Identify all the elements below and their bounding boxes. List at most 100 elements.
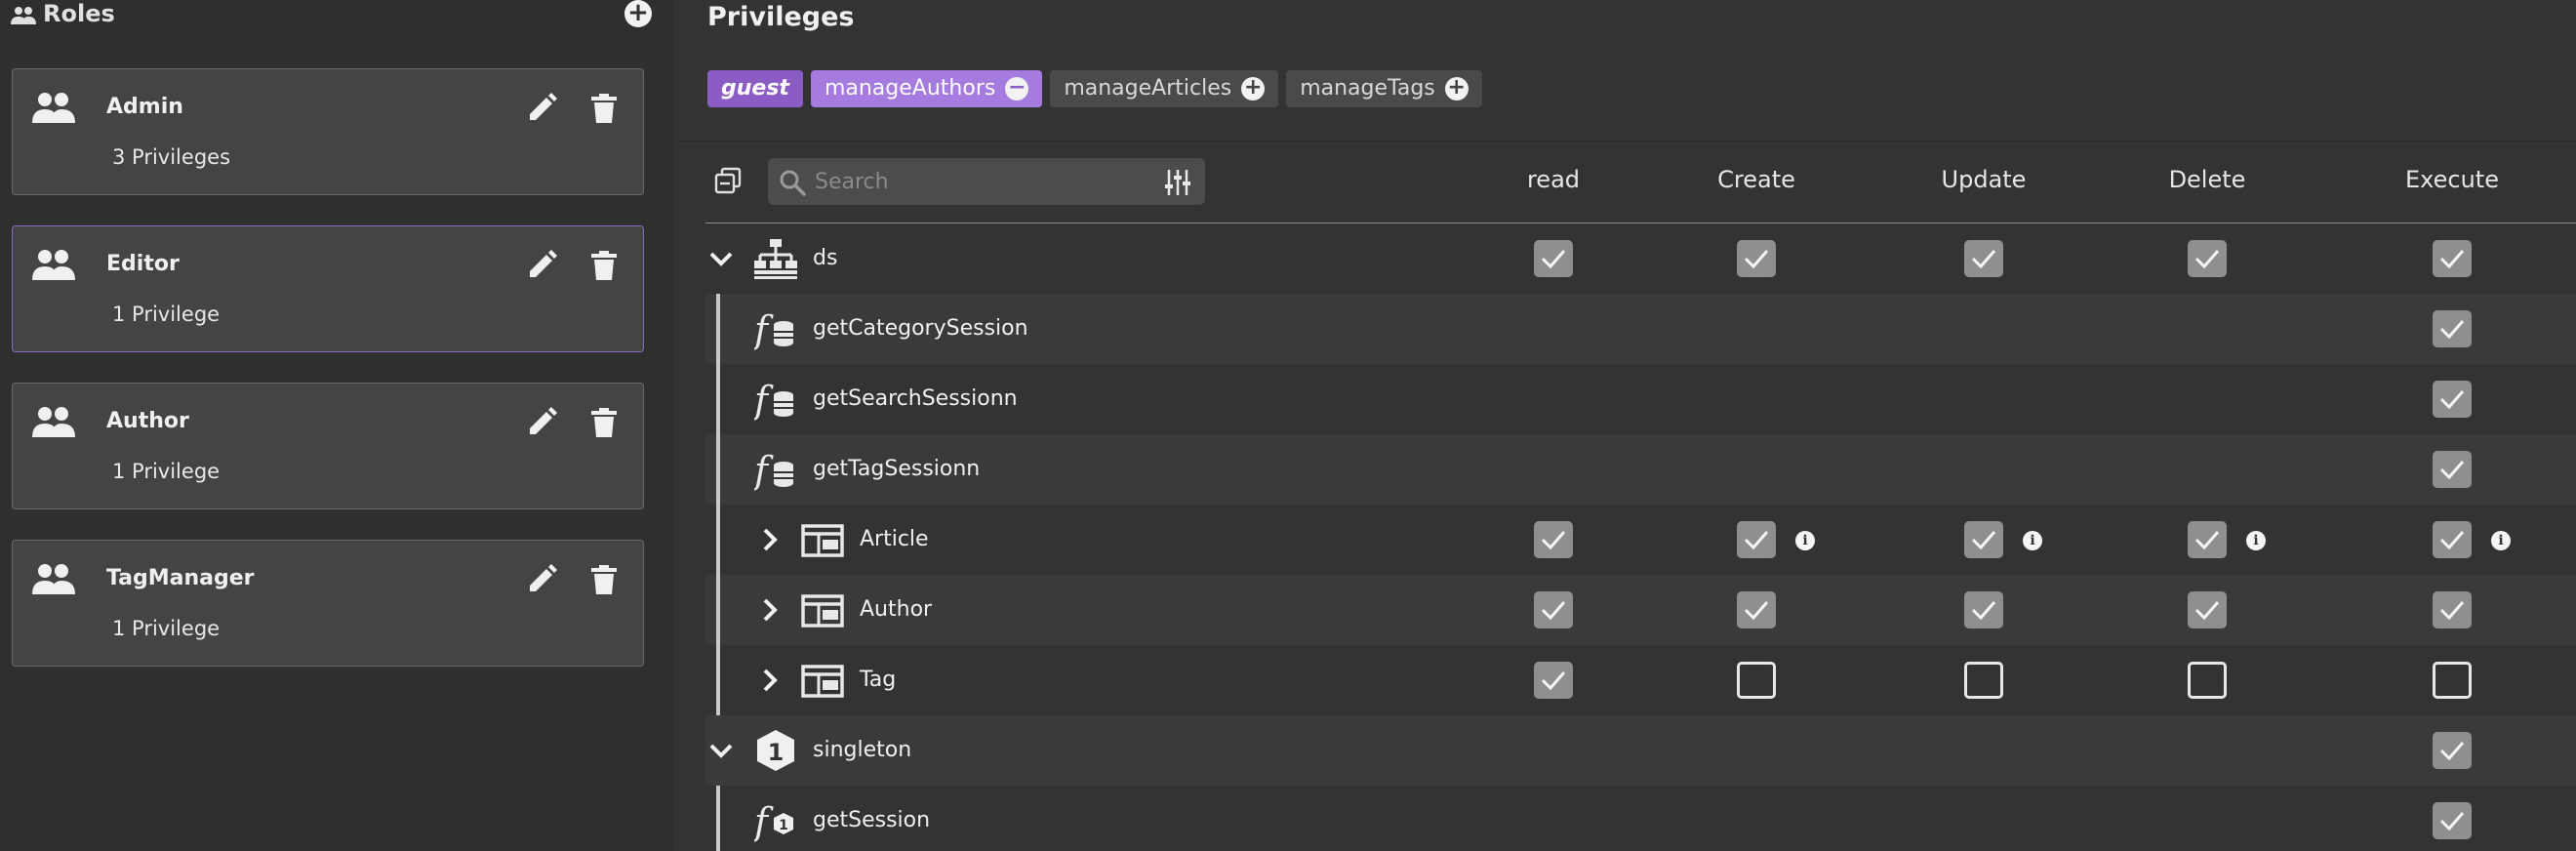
row-label: Article: [860, 527, 929, 551]
execute-checkbox[interactable]: [2433, 521, 2472, 558]
tree-row[interactable]: f 1 getSession: [705, 786, 2576, 851]
tree-row[interactable]: Article i i i i: [705, 505, 2576, 575]
tree-row[interactable]: f getCategorySession: [705, 294, 2576, 364]
table-toolbar: read Create Update Delete Execute: [705, 156, 2576, 217]
execute-checkbox[interactable]: [2433, 802, 2472, 839]
chevron-down-icon[interactable]: [707, 737, 735, 764]
role-privilege-count: 1 Privilege: [112, 460, 221, 483]
info-icon[interactable]: i: [1795, 531, 1815, 550]
row-label: ds: [813, 246, 838, 270]
delete-icon[interactable]: [588, 250, 620, 281]
divider: [676, 141, 2576, 142]
create-checkbox[interactable]: [1737, 240, 1776, 277]
remove-privilege-icon[interactable]: −: [1005, 77, 1029, 101]
execute-checkbox[interactable]: [2433, 451, 2472, 488]
read-checkbox[interactable]: [1534, 240, 1573, 277]
update-checkbox[interactable]: [1964, 240, 2003, 277]
row-label: Author: [860, 597, 933, 622]
checkmark-icon: [2439, 601, 2465, 621]
tree-row[interactable]: ds: [705, 223, 2576, 294]
tree-row[interactable]: Author: [705, 575, 2576, 645]
search-icon: [780, 170, 806, 196]
info-icon[interactable]: i: [2246, 531, 2266, 550]
delete-checkbox[interactable]: [2188, 240, 2227, 277]
column-header-execute: Execute: [2405, 166, 2499, 193]
create-checkbox[interactable]: [1737, 521, 1776, 558]
delete-icon[interactable]: [588, 93, 620, 124]
chevron-right-icon[interactable]: [756, 667, 784, 694]
edit-icon[interactable]: [526, 407, 557, 438]
checkmark-icon: [1541, 671, 1566, 691]
tag-label: guest: [721, 76, 789, 101]
filter-sliders-icon[interactable]: [1164, 168, 1191, 197]
delete-checkbox[interactable]: [2188, 591, 2227, 628]
checkmark-icon: [2439, 742, 2465, 761]
row-label: Tag: [860, 668, 897, 692]
role-card-tagmanager[interactable]: TagManager 1 Privilege: [12, 540, 644, 667]
execute-checkbox[interactable]: [2433, 381, 2472, 418]
users-icon: [32, 93, 75, 123]
role-card-author[interactable]: Author 1 Privilege: [12, 383, 644, 509]
checkmark-icon: [2439, 531, 2465, 550]
edit-icon[interactable]: [526, 564, 557, 595]
users-icon: [32, 250, 75, 280]
read-checkbox[interactable]: [1534, 521, 1573, 558]
row-label: getSession: [813, 808, 931, 832]
chevron-right-icon[interactable]: [756, 526, 784, 553]
add-role-button[interactable]: +: [624, 0, 652, 27]
role-card-editor[interactable]: Editor 1 Privilege: [12, 225, 644, 352]
add-privilege-icon[interactable]: +: [1444, 77, 1469, 101]
update-checkbox[interactable]: [1964, 521, 2003, 558]
execute-checkbox[interactable]: [2433, 732, 2472, 769]
create-checkbox[interactable]: [1737, 591, 1776, 628]
edit-icon[interactable]: [526, 250, 557, 281]
role-name: Author: [106, 409, 189, 433]
execute-checkbox[interactable]: [2433, 591, 2472, 628]
execute-checkbox[interactable]: [2433, 310, 2472, 347]
users-icon: [32, 564, 75, 594]
tag-label: manageArticles: [1064, 76, 1232, 101]
update-checkbox[interactable]: [1964, 662, 2003, 699]
collapse-all-icon[interactable]: [713, 166, 743, 195]
delete-icon[interactable]: [588, 407, 620, 438]
chevron-right-icon[interactable]: [756, 596, 784, 624]
entity-table-icon: [801, 665, 844, 698]
tag-label: manageAuthors: [824, 76, 996, 101]
privilege-tag-guest[interactable]: guest: [707, 70, 803, 107]
row-label: getSearchSessionn: [813, 386, 1018, 411]
checkmark-icon: [1541, 250, 1566, 269]
search-input[interactable]: [815, 166, 1147, 197]
tag-label: manageTags: [1300, 76, 1435, 101]
tree-row[interactable]: f getSearchSessionn: [705, 364, 2576, 434]
privilege-tag-manageauthors[interactable]: manageAuthors −: [810, 70, 1043, 107]
tree-row[interactable]: 1 singleton: [705, 715, 2576, 786]
read-checkbox[interactable]: [1534, 662, 1573, 699]
role-privilege-count: 1 Privilege: [112, 303, 221, 326]
checkmark-icon: [1971, 250, 1996, 269]
role-card-admin[interactable]: Admin 3 Privileges: [12, 68, 644, 195]
delete-checkbox[interactable]: [2188, 521, 2227, 558]
svg-text:f: f: [754, 449, 774, 491]
svg-text:1: 1: [768, 739, 785, 766]
update-checkbox[interactable]: [1964, 591, 2003, 628]
privilege-tag-managearticles[interactable]: manageArticles +: [1050, 70, 1279, 107]
delete-checkbox[interactable]: [2188, 662, 2227, 699]
checkmark-icon: [2439, 250, 2465, 269]
info-icon[interactable]: i: [2023, 531, 2042, 550]
edit-icon[interactable]: [526, 93, 557, 124]
tree-row[interactable]: Tag: [705, 645, 2576, 715]
tree-row[interactable]: f getTagSessionn: [705, 434, 2576, 505]
checkmark-icon: [1971, 531, 1996, 550]
info-icon[interactable]: i: [2491, 531, 2511, 550]
execute-checkbox[interactable]: [2433, 240, 2472, 277]
delete-icon[interactable]: [588, 564, 620, 595]
column-header-create: Create: [1717, 166, 1795, 193]
add-privilege-icon[interactable]: +: [1241, 77, 1266, 101]
function-icon: f: [754, 449, 793, 491]
chevron-down-icon[interactable]: [707, 245, 735, 272]
execute-checkbox[interactable]: [2433, 662, 2472, 699]
entity-table-icon: [801, 524, 844, 557]
create-checkbox[interactable]: [1737, 662, 1776, 699]
privilege-tag-managetags[interactable]: manageTags +: [1286, 70, 1482, 107]
read-checkbox[interactable]: [1534, 591, 1573, 628]
